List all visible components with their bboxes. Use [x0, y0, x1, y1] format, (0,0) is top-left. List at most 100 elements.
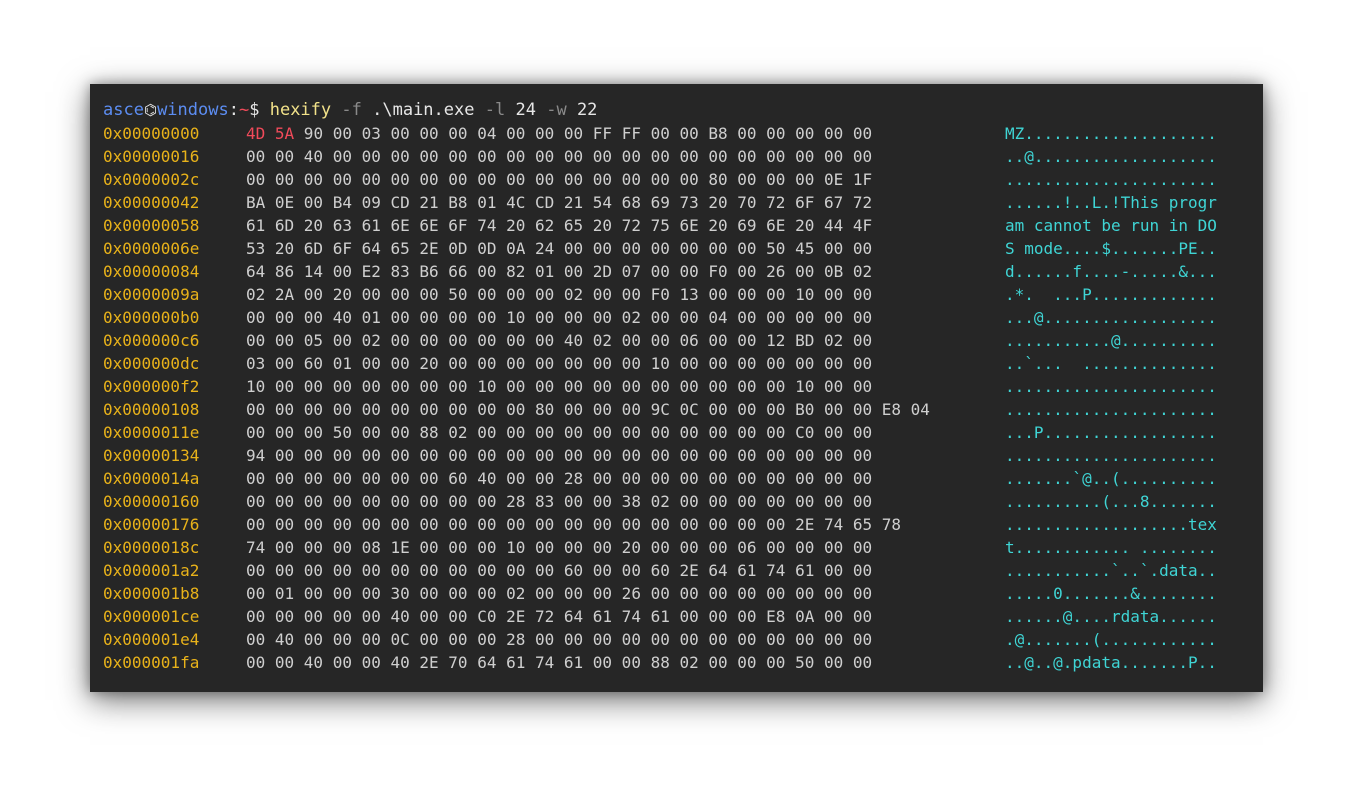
- flag-file: -f: [341, 100, 362, 120]
- row-offset: 0x000001ce: [103, 607, 200, 626]
- row-offset: 0x00000058: [103, 216, 200, 235]
- row-hex-bytes: 00 00 40 00 00 40 2E 70 64 61 74 61 00 0…: [246, 651, 872, 674]
- row-offset: 0x000000c6: [103, 331, 200, 350]
- row-offset: 0x000001a2: [103, 561, 200, 580]
- hex-bytes-text: 00 00 00 00 00 00 00 00 00 28 83 00 00 3…: [246, 492, 873, 511]
- row-hex-bytes: 61 6D 20 63 61 6E 6E 6F 74 20 62 65 20 7…: [246, 214, 872, 237]
- row-ascii: ......................: [1005, 377, 1217, 396]
- hex-bytes-text: 00 00 00 00 00 00 00 60 40 00 00 28 00 0…: [246, 469, 873, 488]
- row-ascii: ...@..................: [1005, 308, 1217, 327]
- command-name: hexify: [269, 100, 332, 120]
- hex-bytes-text: 00 00 00 00 00 00 00 00 00 00 80 00 00 0…: [246, 400, 930, 419]
- hex-bytes-text: 02 2A 00 20 00 00 00 50 00 00 00 02 00 0…: [246, 285, 873, 304]
- row-hex-bytes: 94 00 00 00 00 00 00 00 00 00 00 00 00 0…: [246, 444, 872, 467]
- row-offset: 0x0000018c: [103, 538, 200, 557]
- hostname-separator-icon: ⌬: [143, 101, 158, 119]
- row-ascii: ...........`..`.data..: [1005, 561, 1217, 580]
- row-offset: 0x00000084: [103, 262, 200, 281]
- hex-bytes-text: 00 40 00 00 00 0C 00 00 00 28 00 00 00 0…: [246, 630, 873, 649]
- hex-bytes-text: 00 00 00 40 01 00 00 00 00 10 00 00 00 0…: [246, 308, 873, 327]
- row-hex-bytes: 10 00 00 00 00 00 00 00 10 00 00 00 00 0…: [246, 375, 872, 398]
- prompt-host: windows: [157, 100, 229, 120]
- row-ascii: ...................tex: [1005, 515, 1217, 534]
- row-offset: 0x00000016: [103, 147, 200, 166]
- hex-bytes-text: 61 6D 20 63 61 6E 6E 6F 74 20 62 65 20 7…: [246, 216, 873, 235]
- hex-bytes-text: 00 00 40 00 00 00 00 00 00 00 00 00 00 0…: [246, 147, 873, 166]
- row-offset: 0x000001e4: [103, 630, 200, 649]
- row-hex-bytes: 00 00 00 00 00 00 00 00 00 28 83 00 00 3…: [246, 490, 872, 513]
- hex-bytes-text: 00 00 05 00 02 00 00 00 00 00 00 40 02 0…: [246, 331, 873, 350]
- row-offset: 0x000001b8: [103, 584, 200, 603]
- row-hex-bytes: 00 00 00 00 00 00 00 00 00 00 00 00 00 0…: [246, 513, 901, 536]
- row-ascii: ......!..L.!This progr: [1005, 193, 1217, 212]
- row-offset: 0x000000b0: [103, 308, 200, 327]
- row-ascii: ..@..@.pdata.......P..: [1005, 653, 1217, 672]
- command-prompt-line: asce⌬windows:~$ hexify -f .\main.exe -l …: [103, 99, 597, 122]
- row-hex-bytes: 64 86 14 00 E2 83 B6 66 00 82 01 00 2D 0…: [246, 260, 872, 283]
- row-ascii: ......................: [1005, 400, 1217, 419]
- row-offset: 0x0000011e: [103, 423, 200, 442]
- row-offset: 0x0000009a: [103, 285, 200, 304]
- row-hex-bytes: 00 00 00 40 01 00 00 00 00 10 00 00 00 0…: [246, 306, 872, 329]
- flag-width: -w: [546, 100, 567, 120]
- row-hex-bytes: 4D 5A 90 00 03 00 00 00 04 00 00 00 FF F…: [246, 122, 872, 145]
- row-offset: 0x0000002c: [103, 170, 200, 189]
- row-offset: 0x000000f2: [103, 377, 200, 396]
- row-ascii: .@.......(............: [1005, 630, 1217, 649]
- row-ascii: d......f....-.....&...: [1005, 262, 1217, 281]
- prompt-path: ~: [238, 100, 250, 120]
- row-ascii: am cannot be run in DO: [1005, 216, 1217, 235]
- terminal-window[interactable]: asce⌬windows:~$ hexify -f .\main.exe -l …: [90, 84, 1263, 692]
- row-ascii: S mode....$.......PE..: [1005, 239, 1217, 258]
- row-ascii: ......................: [1005, 446, 1217, 465]
- hex-bytes-text: 03 00 60 01 00 00 20 00 00 00 00 00 00 0…: [246, 354, 873, 373]
- lines-argument: 24: [515, 100, 536, 120]
- row-hex-bytes: 53 20 6D 6F 64 65 2E 0D 0D 0A 24 00 00 0…: [246, 237, 872, 260]
- hex-bytes-text: 00 00 00 00 00 00 00 00 00 00 00 60 00 0…: [246, 561, 873, 580]
- row-hex-bytes: 02 2A 00 20 00 00 00 50 00 00 00 02 00 0…: [246, 283, 872, 306]
- hex-bytes-text: BA 0E 00 B4 09 CD 21 B8 01 4C CD 21 54 6…: [246, 193, 873, 212]
- hex-bytes-text: 10 00 00 00 00 00 00 00 10 00 00 00 00 0…: [246, 377, 873, 396]
- prompt-dollar: $: [249, 100, 260, 120]
- hex-bytes-text: 64 86 14 00 E2 83 B6 66 00 82 01 00 2D 0…: [246, 262, 873, 281]
- row-hex-bytes: 00 00 00 00 00 00 00 00 00 00 80 00 00 0…: [246, 398, 930, 421]
- row-hex-bytes: 74 00 00 00 08 1E 00 00 00 10 00 00 00 2…: [246, 536, 872, 559]
- file-argument: .\main.exe: [372, 100, 475, 120]
- prompt-colon: :: [228, 100, 239, 120]
- hex-bytes-text: 00 00 00 00 00 40 00 00 C0 2E 72 64 61 7…: [246, 607, 873, 626]
- row-ascii: ......@....rdata......: [1005, 607, 1217, 626]
- row-offset: 0x00000000: [103, 124, 200, 143]
- row-offset: 0x000001fa: [103, 653, 200, 672]
- row-ascii: .......`@..(..........: [1005, 469, 1217, 488]
- row-ascii: t............ ........: [1005, 538, 1217, 557]
- row-offset: 0x00000108: [103, 400, 200, 419]
- row-hex-bytes: 00 40 00 00 00 0C 00 00 00 28 00 00 00 0…: [246, 628, 872, 651]
- hex-bytes-text: 00 01 00 00 00 30 00 00 00 02 00 00 00 2…: [246, 584, 873, 603]
- row-ascii: .....0.......&........: [1005, 584, 1217, 603]
- hex-bytes-text: 90 00 03 00 00 00 04 00 00 00 FF FF 00 0…: [294, 124, 873, 143]
- hex-bytes-text: 94 00 00 00 00 00 00 00 00 00 00 00 00 0…: [246, 446, 873, 465]
- row-offset: 0x000000dc: [103, 354, 200, 373]
- hex-bytes-text: 00 00 00 00 00 00 00 00 00 00 00 00 00 0…: [246, 515, 902, 534]
- row-ascii: ..@...................: [1005, 147, 1217, 166]
- row-offset: 0x00000042: [103, 193, 200, 212]
- row-offset: 0x0000006e: [103, 239, 200, 258]
- hex-bytes-text: 53 20 6D 6F 64 65 2E 0D 0D 0A 24 00 00 0…: [246, 239, 873, 258]
- hex-bytes-text: 74 00 00 00 08 1E 00 00 00 10 00 00 00 2…: [246, 538, 873, 557]
- hex-bytes-text: 00 00 40 00 00 40 2E 70 64 61 74 61 00 0…: [246, 653, 873, 672]
- row-hex-bytes: 00 00 00 00 00 40 00 00 C0 2E 72 64 61 7…: [246, 605, 872, 628]
- row-hex-bytes: 03 00 60 01 00 00 20 00 00 00 00 00 00 0…: [246, 352, 872, 375]
- row-offset: 0x00000176: [103, 515, 200, 534]
- hex-bytes-text: 00 00 00 00 00 00 00 00 00 00 00 00 00 0…: [246, 170, 873, 189]
- row-offset: 0x00000160: [103, 492, 200, 511]
- row-hex-bytes: 00 00 05 00 02 00 00 00 00 00 00 40 02 0…: [246, 329, 872, 352]
- row-hex-bytes: 00 00 00 50 00 00 88 02 00 00 00 00 00 0…: [246, 421, 872, 444]
- row-offset: 0x0000014a: [103, 469, 200, 488]
- row-ascii: ...........@..........: [1005, 331, 1217, 350]
- row-ascii: ..`... ..............: [1005, 354, 1217, 373]
- width-argument: 22: [576, 100, 598, 120]
- row-ascii: ......................: [1005, 170, 1217, 189]
- row-hex-bytes: 00 01 00 00 00 30 00 00 00 02 00 00 00 2…: [246, 582, 872, 605]
- row-offset: 0x00000134: [103, 446, 200, 465]
- row-hex-bytes: 00 00 00 00 00 00 00 60 40 00 00 28 00 0…: [246, 467, 872, 490]
